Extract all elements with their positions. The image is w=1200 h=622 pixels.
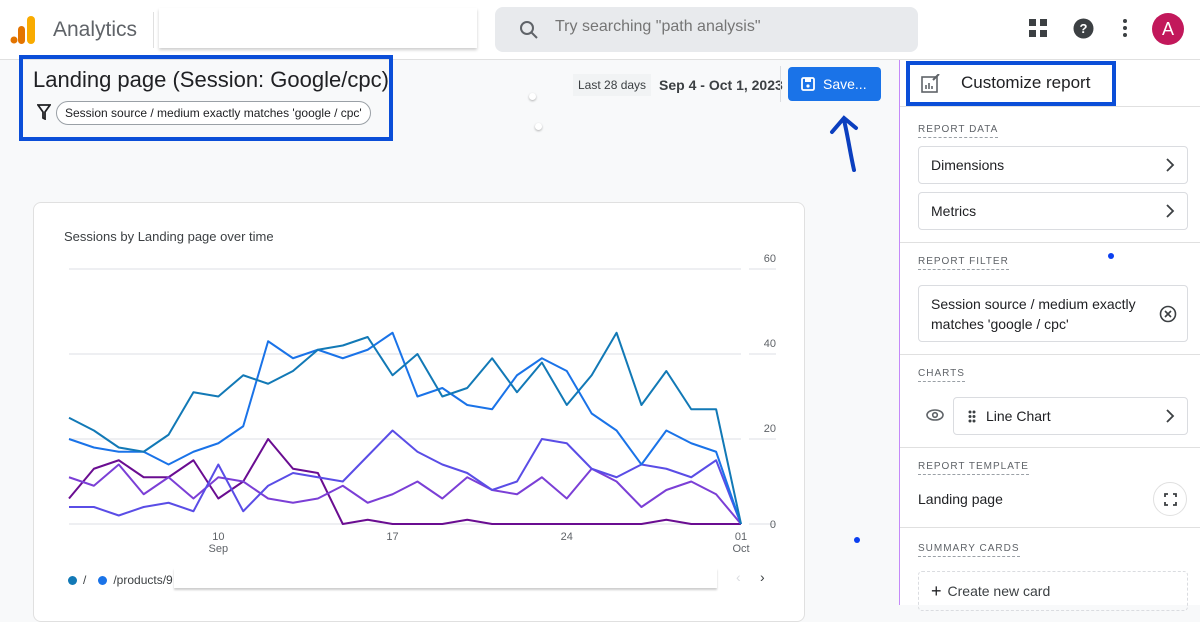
legend-scroll-overlay <box>174 568 717 588</box>
panel-header: Customize report <box>900 60 1200 107</box>
more-vert-icon[interactable] <box>1122 18 1128 38</box>
plus-icon: + <box>931 580 942 601</box>
filter-icon <box>37 104 51 120</box>
page-title: Landing page (Session: Google/cpc) <box>33 67 389 92</box>
decor-dot <box>1108 253 1114 259</box>
y-tick-label: 40 <box>764 338 776 350</box>
link-icon <box>1164 493 1177 506</box>
section-report-template: REPORT TEMPLATE <box>918 461 1029 475</box>
section-report-filter: REPORT FILTER <box>918 256 1009 270</box>
section-report-data: REPORT DATA <box>918 124 999 138</box>
x-tick-label: 01 <box>735 531 747 543</box>
y-tick-label: 0 <box>770 519 776 531</box>
save-button[interactable]: Save... <box>788 67 881 101</box>
x-tick-label: 10 <box>212 531 224 543</box>
series-line <box>68 463 742 525</box>
unlink-template-button[interactable] <box>1153 482 1187 516</box>
chevron-right-icon <box>1166 204 1175 218</box>
chart-legend: / /products/9 <box>68 573 173 587</box>
date-preset: Last 28 days <box>573 74 652 96</box>
search-input[interactable] <box>555 18 895 36</box>
template-name: Landing page <box>918 491 1003 507</box>
x-tick-label: 17 <box>386 531 398 543</box>
save-label: Save... <box>823 76 867 92</box>
line-chart-item[interactable]: Line Chart <box>953 397 1188 435</box>
annotation-arrow-icon <box>830 115 858 172</box>
legend-next-button[interactable]: › <box>760 569 765 585</box>
filter-text: Session source / medium exactly matches … <box>931 295 1136 332</box>
svg-text:?: ? <box>1080 21 1088 36</box>
x-tick-sublabel: Sep <box>209 543 229 555</box>
save-icon <box>801 77 815 91</box>
decor-dot <box>535 123 542 130</box>
app-title: Analytics <box>53 18 138 41</box>
search-icon <box>520 21 538 39</box>
divider <box>153 12 154 48</box>
metrics-button[interactable]: Metrics <box>918 192 1188 230</box>
date-range: Sep 4 - Oct 1, 2023 <box>659 77 783 93</box>
metrics-label: Metrics <box>931 203 977 219</box>
date-range-picker[interactable]: Last 28 days Sep 4 - Oct 1, 2023 <box>573 72 783 98</box>
x-tick-sublabel: Oct <box>732 543 749 555</box>
divider <box>900 354 1200 355</box>
customize-report-panel: Customize report REPORT DATA Dimensions … <box>899 60 1200 611</box>
dimensions-label: Dimensions <box>931 157 1005 173</box>
y-tick-label: 20 <box>764 423 776 435</box>
drag-handle-icon[interactable] <box>968 410 976 423</box>
chart-item-label: Line Chart <box>986 408 1051 424</box>
search-bar[interactable] <box>495 7 918 52</box>
legend-swatch <box>98 575 108 585</box>
visibility-eye-icon[interactable] <box>926 409 944 421</box>
divider <box>900 242 1200 243</box>
section-summary-cards: SUMMARY CARDS <box>918 543 1020 557</box>
account-selector[interactable] <box>159 8 477 48</box>
report-filter-item[interactable]: Session source / medium exactly matches … <box>918 285 1188 342</box>
series-line <box>68 438 741 525</box>
filter-chip[interactable]: Session source / medium exactly matches … <box>56 101 371 125</box>
analytics-logo <box>10 16 35 44</box>
create-new-card-button[interactable]: + Create new card <box>918 571 1188 611</box>
line-chart: 0 20 40 60 10Sep 17 24 01Oct <box>68 253 776 555</box>
dimensions-button[interactable]: Dimensions <box>918 146 1188 184</box>
avatar[interactable]: A <box>1152 13 1184 45</box>
legend-label[interactable]: / <box>83 573 86 587</box>
top-bar: Analytics ? A <box>0 0 1200 60</box>
apps-grid-icon[interactable] <box>1028 18 1048 38</box>
series-line <box>68 331 742 525</box>
section-charts: CHARTS <box>918 368 965 382</box>
chart-card: Sessions by Landing page over time 0 20 40… <box>33 202 805 622</box>
divider <box>900 447 1200 448</box>
divider <box>900 527 1200 528</box>
divider <box>780 66 781 102</box>
y-tick-label: 60 <box>764 253 776 265</box>
decor-dot <box>854 537 860 543</box>
x-tick-label: 24 <box>561 531 573 543</box>
legend-prev-button[interactable]: ‹ <box>736 569 741 585</box>
chevron-right-icon <box>1166 409 1175 423</box>
series-line <box>68 331 742 525</box>
help-icon[interactable]: ? <box>1073 18 1094 39</box>
annotation-box <box>906 61 1116 106</box>
decor-dot <box>529 93 536 100</box>
create-card-label: Create new card <box>947 583 1051 599</box>
legend-label[interactable]: /products/9 <box>113 573 172 587</box>
legend-swatch <box>68 575 77 585</box>
remove-filter-icon[interactable] <box>1159 305 1177 323</box>
chevron-right-icon <box>1166 158 1175 172</box>
